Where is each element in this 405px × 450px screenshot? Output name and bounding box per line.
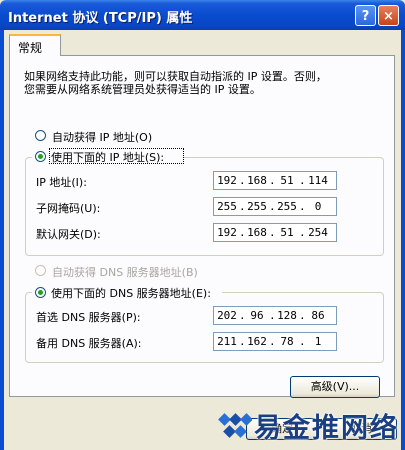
ip-manual-label: 使用下面的 IP 地址(S):	[51, 151, 165, 164]
octet: 255	[277, 200, 297, 213]
title-bar[interactable]: Internet 协议 (TCP/IP) 属性 ? ×	[0, 0, 405, 30]
ip-auto-label: 自动获得 IP 地址(O)	[52, 131, 153, 144]
subnet-mask-input[interactable]: 255 . 255 . 255 . 0	[213, 197, 337, 216]
help-button[interactable]: ?	[355, 5, 376, 26]
help-icon: ?	[361, 9, 370, 24]
alternate-dns-label: 备用 DNS 服务器(A):	[36, 337, 142, 350]
ip-address-input[interactable]: 192 . 168 . 51 . 114	[213, 171, 337, 190]
octet: 162	[247, 335, 267, 348]
watermark-text: 易金推网络	[254, 413, 399, 444]
ip-address-label: IP 地址(I):	[36, 176, 87, 189]
dns-groupbox	[25, 292, 384, 363]
octet: 202	[217, 309, 237, 322]
alternate-dns-input[interactable]: 211 . 162 . 78 . 1	[213, 332, 337, 351]
default-gateway-label: 默认网关(D):	[36, 228, 101, 241]
description-line-2: 您需要从网络系统管理员处获得适当的 IP 设置。	[24, 83, 261, 96]
preferred-dns-input[interactable]: 202 . 96 . 128 . 86	[213, 306, 337, 325]
subnet-mask-label: 子网掩码(U):	[36, 202, 101, 215]
octet: 192	[217, 226, 237, 239]
watermark: 易金推网络	[218, 406, 405, 446]
window-border-left	[0, 30, 4, 450]
octet: 86	[311, 309, 325, 322]
advanced-button[interactable]: 高级(V)...	[290, 376, 380, 398]
tab-general[interactable]: 常规	[9, 34, 61, 56]
octet: 114	[308, 174, 328, 187]
octet: 51	[280, 174, 294, 187]
octet: 0	[314, 200, 322, 213]
ip-manual-radio-option[interactable]: 使用下面的 IP 地址(S):	[32, 148, 184, 164]
window-title: Internet 协议 (TCP/IP) 属性	[8, 11, 193, 26]
octet: 211	[217, 335, 237, 348]
octet: 168	[247, 226, 267, 239]
octet: 192	[217, 174, 237, 187]
octet: 96	[250, 309, 264, 322]
window-border-right	[401, 30, 405, 450]
watermark-logo-icon	[218, 413, 252, 438]
dns-manual-label: 使用下面的 DNS 服务器地址(E):	[51, 287, 211, 300]
dialog-window: Internet 协议 (TCP/IP) 属性 ? × 常规 如果网络支持此功能…	[0, 0, 405, 450]
octet: 1	[314, 335, 322, 348]
preferred-dns-label: 首选 DNS 服务器(P):	[36, 311, 141, 324]
octet: 255	[217, 200, 237, 213]
dns-manual-radio-option[interactable]: 使用下面的 DNS 服务器地址(E):	[32, 284, 222, 300]
default-gateway-input[interactable]: 192 . 168 . 51 . 254	[213, 223, 337, 242]
close-button[interactable]: ×	[378, 5, 399, 26]
dns-auto-label: 自动获得 DNS 服务器地址(B)	[52, 266, 198, 279]
tab-general-label: 常规	[18, 41, 43, 55]
dns-manual-radio[interactable]	[35, 287, 46, 298]
octet: 51	[280, 226, 294, 239]
ip-auto-radio[interactable]	[35, 130, 46, 141]
ip-manual-radio[interactable]	[35, 151, 46, 162]
close-icon: ×	[383, 9, 394, 24]
tab-panel: 如果网络支持此功能，则可以获取自动指派的 IP 设置。否则， 您需要从网络系统管…	[9, 55, 395, 398]
octet: 168	[247, 174, 267, 187]
dns-auto-radio	[35, 265, 46, 276]
octet: 78	[280, 335, 294, 348]
octet: 254	[308, 226, 328, 239]
octet: 255	[247, 200, 267, 213]
octet: 128	[277, 309, 297, 322]
